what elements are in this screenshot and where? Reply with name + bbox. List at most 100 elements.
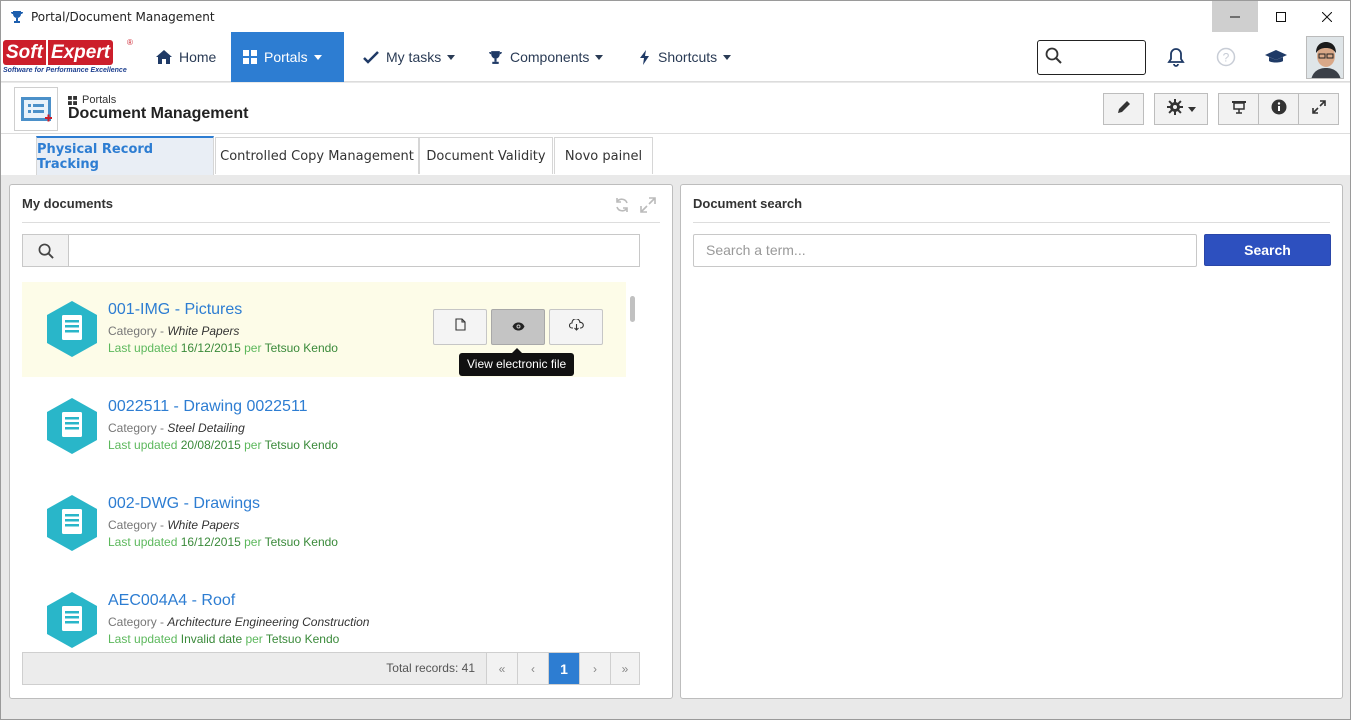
category-label: Category - [108, 518, 168, 532]
svg-text:?: ? [1223, 51, 1230, 65]
document-title-link[interactable]: 0022511 - Drawing 0022511 [108, 398, 308, 416]
tab-controlled-copy-management[interactable]: Controlled Copy Management [215, 137, 419, 174]
grid-icon [68, 95, 77, 105]
updated-label: Last updated [108, 632, 181, 646]
download-button[interactable] [549, 309, 603, 345]
per-label: per [242, 632, 266, 646]
pagination: Total records: 41 « ‹ 1 › » [22, 652, 640, 685]
total-records: Total records: 41 [386, 661, 475, 675]
divider [693, 222, 1330, 223]
category-value: White Papers [167, 518, 240, 532]
document-category: Category - Architecture Engineering Cons… [108, 615, 369, 629]
updated-date: 16/12/2015 [180, 535, 241, 549]
page-title: Document Management [68, 105, 249, 122]
expand-icon[interactable] [640, 197, 656, 218]
document-item[interactable]: AEC004A4 - Roof Category - Architecture … [22, 573, 626, 652]
title-bar: Portal/Document Management [1, 1, 1350, 32]
help-icon[interactable]: ? [1213, 44, 1239, 70]
list-scrollbar[interactable] [630, 296, 635, 322]
document-item[interactable]: 001-IMG - Pictures Category - White Pape… [22, 282, 626, 377]
document-properties-button[interactable] [433, 309, 487, 345]
tooltip: View electronic file [459, 348, 575, 376]
document-search-input[interactable]: Search a term... [693, 234, 1197, 267]
document-item[interactable]: 0022511 - Drawing 0022511 Category - Ste… [22, 379, 626, 474]
nav-portals[interactable]: Portals [231, 32, 344, 82]
updated-label: Last updated [108, 438, 181, 452]
nav-my-tasks-label: My tasks [386, 49, 442, 65]
updated-date: Invalid date [180, 632, 243, 646]
document-title-link[interactable]: 001-IMG - Pictures [108, 301, 242, 319]
info-button[interactable] [1258, 93, 1299, 125]
notifications-bell-icon[interactable] [1163, 44, 1189, 70]
pencil-icon [1117, 100, 1131, 119]
updated-date: 20/08/2015 [180, 438, 241, 452]
tab-document-validity[interactable]: Document Validity [419, 137, 553, 174]
previous-page-button[interactable]: ‹ [517, 653, 548, 684]
updated-user: Tetsuo Kendo [264, 535, 338, 549]
trophy-icon [488, 50, 503, 65]
window-title: Portal/Document Management [31, 9, 215, 24]
updated-user: Tetsuo Kendo [264, 341, 338, 355]
lightning-icon [639, 49, 651, 65]
gear-icon [1166, 98, 1183, 120]
updated-label: Last updated [108, 341, 181, 355]
logo-registered-mark: ® [127, 38, 133, 47]
document-title-link[interactable]: 002-DWG - Drawings [108, 495, 260, 513]
nav-portals-label: Portals [264, 49, 308, 65]
documents-search[interactable] [22, 234, 640, 267]
document-category: Category - Steel Detailing [108, 421, 245, 435]
nav-my-tasks[interactable]: My tasks [351, 32, 467, 82]
chevron-down-icon [447, 54, 456, 60]
portal-icon [14, 87, 58, 131]
per-label: per [240, 341, 265, 355]
nav-components[interactable]: Components [476, 32, 615, 82]
chevron-down-icon [723, 54, 732, 60]
minimize-button[interactable] [1212, 1, 1258, 32]
document-search-panel: Document search Search a term... Search [680, 184, 1343, 699]
global-search-input[interactable] [1037, 40, 1146, 75]
fullscreen-button[interactable] [1298, 93, 1339, 125]
updated-date: 16/12/2015 [180, 341, 241, 355]
nav-components-label: Components [510, 49, 590, 65]
document-updated: Last updated 20/08/2015 per Tetsuo Kendo [108, 438, 338, 452]
per-label: per [240, 438, 265, 452]
chevron-down-icon [1187, 106, 1196, 112]
updated-user: Tetsuo Kendo [265, 632, 340, 646]
nav-shortcuts[interactable]: Shortcuts [627, 32, 743, 82]
maximize-button[interactable] [1258, 1, 1304, 32]
tab-novo-painel[interactable]: Novo painel [554, 137, 653, 174]
file-icon [454, 318, 466, 336]
search-button[interactable]: Search [1204, 234, 1331, 266]
documents-search-input[interactable] [69, 235, 639, 266]
edit-button[interactable] [1103, 93, 1144, 125]
document-icon [46, 494, 98, 552]
category-value: Architecture Engineering Construction [167, 615, 370, 629]
document-icon [46, 397, 98, 455]
first-page-button[interactable]: « [486, 653, 517, 684]
search-icon [1045, 47, 1062, 69]
panel-title: Document search [693, 196, 803, 211]
settings-dropdown-button[interactable] [1154, 93, 1208, 125]
trophy-icon [9, 9, 25, 25]
current-page-button[interactable]: 1 [548, 653, 579, 684]
user-avatar[interactable] [1306, 36, 1344, 79]
expand-icon [1311, 99, 1326, 119]
eye-icon [512, 318, 525, 336]
category-label: Category - [108, 421, 168, 435]
presentation-button[interactable] [1218, 93, 1259, 125]
tab-physical-record-tracking[interactable]: Physical Record Tracking [36, 136, 214, 175]
checkmark-icon [363, 50, 379, 64]
next-page-button[interactable]: › [579, 653, 610, 684]
graduation-cap-icon[interactable] [1263, 44, 1289, 70]
softexpert-logo[interactable]: Soft Expert ® Software for Performance E… [3, 38, 133, 76]
refresh-icon[interactable] [614, 197, 630, 218]
nav-home[interactable]: Home [144, 32, 228, 82]
updated-label: Last updated [108, 535, 181, 549]
document-title-link[interactable]: AEC004A4 - Roof [108, 592, 235, 610]
home-icon [156, 50, 172, 64]
document-item[interactable]: 002-DWG - Drawings Category - White Pape… [22, 476, 626, 571]
close-window-button[interactable] [1304, 1, 1350, 32]
view-electronic-file-button[interactable] [491, 309, 545, 345]
last-page-button[interactable]: » [610, 653, 639, 684]
document-updated: Last updated Invalid date per Tetsuo Ken… [108, 632, 339, 646]
